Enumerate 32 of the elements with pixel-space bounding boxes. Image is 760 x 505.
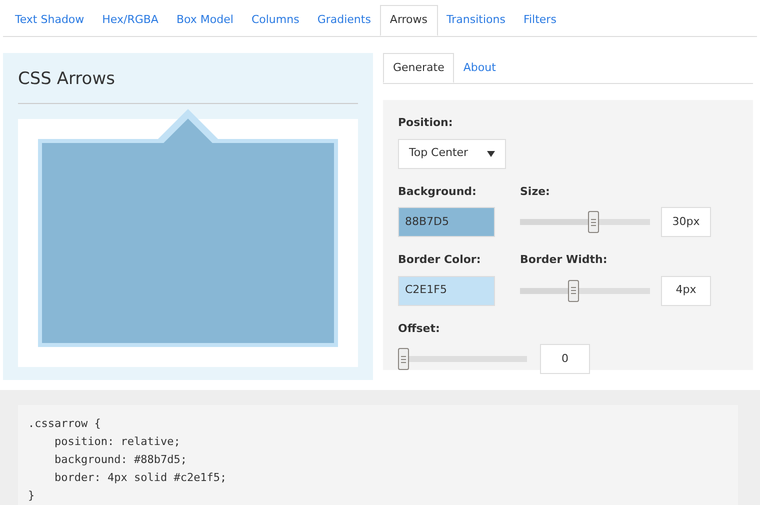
nav-tab[interactable]: Filters: [514, 5, 566, 36]
value-field[interactable]: 4px: [661, 276, 711, 306]
panel-tab[interactable]: Generate: [383, 53, 454, 83]
color-field[interactable]: 88B7D5: [398, 207, 495, 237]
nav-tab[interactable]: Hex/RGBA: [93, 5, 168, 36]
field-label: Border Color:: [398, 252, 482, 268]
nav-tab[interactable]: Transitions: [438, 5, 514, 36]
field-label: Offset:: [398, 320, 441, 336]
slider[interactable]: [520, 280, 650, 302]
code-line: }: [28, 488, 36, 504]
nav-tab[interactable]: Gradients: [308, 5, 380, 36]
nav-tab[interactable]: Box Model: [167, 5, 242, 36]
code-line: border: 4px solid #c2e1f5;: [53, 470, 228, 486]
nav-tab[interactable]: Text Shadow: [6, 5, 94, 36]
position-dropdown[interactable]: Top Center: [398, 138, 506, 168]
slider[interactable]: [398, 348, 527, 370]
field-label: Position:: [398, 115, 454, 131]
code-line: .cssarrow {: [28, 416, 102, 432]
value-field[interactable]: 30px: [661, 207, 711, 237]
panel-tab[interactable]: About: [454, 53, 505, 83]
nav-tab[interactable]: Columns: [242, 5, 308, 36]
field-label: Size:: [520, 184, 551, 200]
field-label: Border Width:: [520, 252, 608, 268]
code-line: position: relative;: [53, 434, 182, 450]
field-label: Background:: [398, 184, 478, 200]
color-field[interactable]: C2E1F5: [398, 276, 495, 306]
value-field[interactable]: 0: [540, 344, 590, 374]
slider[interactable]: [520, 211, 650, 233]
caret-icon: [487, 150, 495, 156]
nav-tab[interactable]: Arrows: [380, 5, 438, 36]
preview-title: CSS Arrows: [18, 67, 358, 104]
code-line: background: #88b7d5;: [53, 452, 188, 468]
